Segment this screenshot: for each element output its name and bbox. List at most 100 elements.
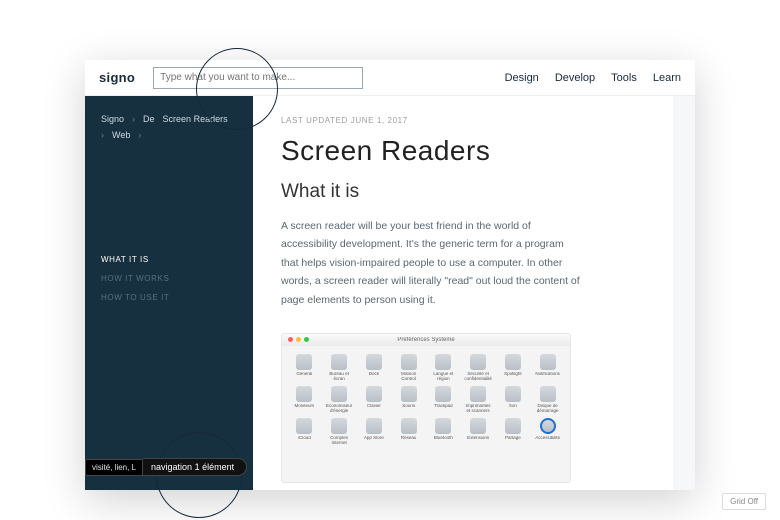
pref-pane-item[interactable]: Mission Control [394,354,423,382]
pref-pane-label: Bluetooth [434,436,453,441]
pref-pane-icon [435,354,451,370]
pref-pane-icon [505,418,521,434]
pref-pane-item[interactable]: Notifications [533,354,562,382]
nav-learn[interactable]: Learn [653,72,681,84]
pref-pane-icon [401,418,417,434]
pref-pane-item[interactable]: Trackpad [429,386,458,414]
table-of-contents: WHAT IT IS HOW IT WORKS HOW TO USE IT [101,250,237,308]
grid-toggle-button[interactable]: Grid Off [722,493,766,510]
top-bar: signo Design Develop Tools Learn [85,60,695,96]
pref-pane-icon [505,386,521,402]
crumb-web[interactable]: Web [112,130,130,140]
chevron-right-icon: › [132,114,135,124]
crumb-screen-readers[interactable]: Screen Readers [163,114,228,124]
pref-pane-item[interactable]: Moniteurs [290,386,319,414]
crumb-de[interactable]: De [143,114,155,124]
preference-pane-grid: Général Bureau et écran Dock Mission Contro… [282,346,570,454]
pref-pane-icon [331,386,347,402]
pref-pane-item[interactable]: Son [499,386,528,414]
pref-pane-item[interactable]: Spotlight [499,354,528,382]
pref-pane-label: Extensions [467,436,489,441]
pref-pane-item[interactable]: Bureau et écran [325,354,354,382]
main-content: LAST UPDATED JUNE 1, 2017 Screen Readers… [253,96,673,490]
right-rail [673,96,695,490]
pref-pane-item[interactable]: Disque de démarrage [533,386,562,414]
pref-pane-label: Souris [402,404,415,409]
chevron-right-icon: › [101,130,104,140]
pref-pane-item[interactable]: Économiseur d'énergie [325,386,354,414]
pref-pane-label: Économiseur d'énergie [325,404,353,414]
nav-design[interactable]: Design [505,72,539,84]
pref-pane-item[interactable]: Réseau [394,418,423,446]
toc-item-what-it-is[interactable]: WHAT IT IS [101,250,237,269]
pref-pane-icon [296,418,312,434]
pref-pane-item[interactable]: Comptes Internet [325,418,354,446]
pref-pane-icon [470,418,486,434]
nav-tools[interactable]: Tools [611,72,637,84]
search-input[interactable] [160,72,356,83]
pref-pane-label: Bureau et écran [325,372,353,382]
pref-pane-item[interactable]: Clavier [360,386,389,414]
page-title: Screen Readers [281,135,645,167]
content-body: Signo › De Screen Readers › Web › WHAT I… [85,96,695,490]
pref-pane-item[interactable]: Sécurité et confidentialité [464,354,493,382]
pref-pane-item[interactable]: Accessibilité [533,418,562,446]
pref-pane-icon [296,386,312,402]
pref-pane-item[interactable]: Imprimantes et scanners [464,386,493,414]
logo[interactable]: signo [99,70,135,85]
pref-pane-label: Clavier [367,404,381,409]
pref-pane-label: Partage [505,436,521,441]
pref-pane-item[interactable]: Extensions [464,418,493,446]
pref-pane-label: Moniteurs [294,404,314,409]
primary-nav: Design Develop Tools Learn [505,72,681,84]
pref-pane-icon [540,418,556,434]
pref-pane-icon [366,386,382,402]
screen-reader-caption: visité, lien, L navigation 1 élément [85,458,247,476]
pref-pane-label: Son [509,404,517,409]
pref-pane-icon [540,354,556,370]
window-titlebar: Préférences Système [282,334,570,346]
pref-pane-icon [470,354,486,370]
pref-pane-label: Général [296,372,312,377]
breadcrumb: Signo › De Screen Readers › Web › [101,114,237,140]
pref-pane-item[interactable]: Partage [499,418,528,446]
nav-develop[interactable]: Develop [555,72,595,84]
search-box[interactable] [153,67,363,89]
pref-pane-item[interactable]: Langue et région [429,354,458,382]
last-updated: LAST UPDATED JUNE 1, 2017 [281,116,645,125]
pref-pane-label: Accessibilité [535,436,560,441]
pref-pane-label: Trackpad [434,404,453,409]
toc-item-how-to-use-it[interactable]: HOW TO USE IT [101,288,237,307]
pref-pane-item[interactable]: Bluetooth [429,418,458,446]
pref-pane-label: Dock [369,372,379,377]
toc-item-how-it-works[interactable]: HOW IT WORKS [101,269,237,288]
pref-pane-item[interactable]: Général [290,354,319,382]
pref-pane-item[interactable]: Dock [360,354,389,382]
pref-pane-label: Mission Control [395,372,423,382]
pref-pane-icon [331,418,347,434]
pref-pane-label: Notifications [535,372,560,377]
sr-caption-announcement: navigation 1 élément [143,458,247,476]
pref-pane-label: App Store [364,436,384,441]
section-heading: What it is [281,181,645,203]
pref-pane-icon [540,386,556,402]
intro-paragraph: A screen reader will be your best friend… [281,217,581,309]
embedded-screenshot: Préférences Système Général Bureau et écr… [281,333,571,483]
crumb-signo[interactable]: Signo [101,114,124,124]
pref-pane-icon [435,386,451,402]
pref-pane-label: Comptes Internet [325,436,353,446]
pref-pane-label: Spotlight [504,372,522,377]
pref-pane-label: Langue et région [429,372,457,382]
pref-pane-icon [401,386,417,402]
pref-pane-icon [366,354,382,370]
pref-pane-item[interactable]: iCloud [290,418,319,446]
pref-pane-item[interactable]: Souris [394,386,423,414]
sidebar: Signo › De Screen Readers › Web › WHAT I… [85,96,253,490]
pref-pane-icon [401,354,417,370]
window-title: Préférences Système [282,337,570,343]
pref-pane-icon [331,354,347,370]
pref-pane-label: Réseau [401,436,417,441]
pref-pane-label: Disque de démarrage [534,404,562,414]
pref-pane-item[interactable]: App Store [360,418,389,446]
browser-window: signo Design Develop Tools Learn Signo ›… [85,60,695,490]
